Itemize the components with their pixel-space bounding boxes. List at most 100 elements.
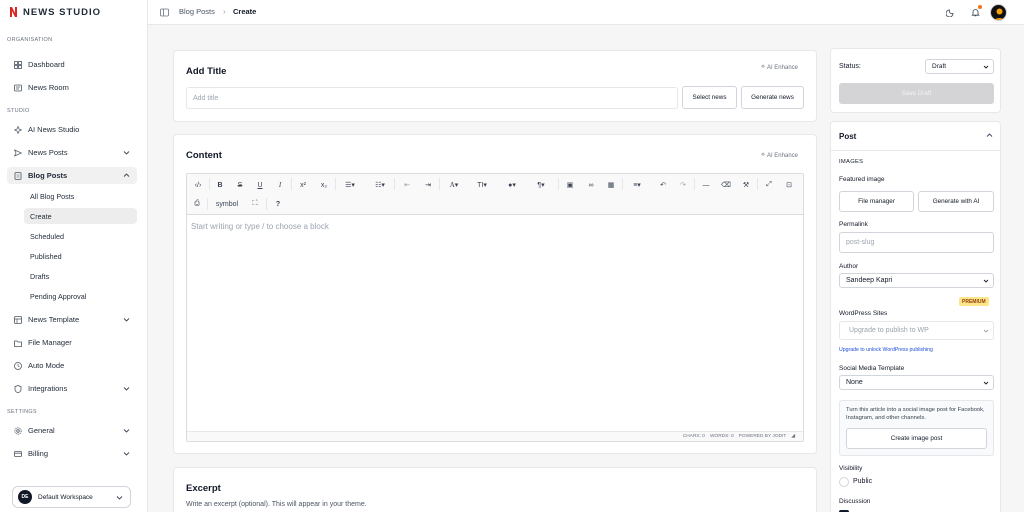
topbar: Blog Posts › Create <box>148 0 1024 25</box>
moon-icon[interactable] <box>944 6 956 18</box>
status-panel: Status: Draft Save Draft <box>830 48 1001 113</box>
toolbar-separator <box>209 178 210 190</box>
resize-handle-icon[interactable]: ◢ <box>791 434 795 439</box>
word-count: WORDS: 0 <box>709 434 734 439</box>
permalink-input[interactable]: post-slug <box>839 232 994 253</box>
bell-icon[interactable] <box>969 5 982 18</box>
image-icon[interactable]: ▣ <box>564 179 576 191</box>
select-news-button[interactable]: Select news <box>682 86 737 109</box>
paragraph-icon[interactable]: ¶▾ <box>532 179 550 191</box>
sidebar-item-billing[interactable]: Billing <box>7 445 137 462</box>
sidebar-item-label: News Template <box>28 315 80 324</box>
chevron-down-icon[interactable] <box>122 449 131 458</box>
strikethrough-icon[interactable]: S <box>234 179 246 191</box>
brand-name: NEWS STUDIO <box>23 6 102 18</box>
source-code-icon[interactable]: ‹/› <box>191 179 205 191</box>
subscript-icon[interactable]: x₂ <box>318 179 330 191</box>
sparkle-icon: ⟡ <box>761 152 765 158</box>
workspace-switcher[interactable]: DE Default Workspace <box>12 486 131 508</box>
sidebar-subitem-create[interactable]: Create <box>24 208 137 224</box>
discussion-label: Discussion <box>839 498 871 505</box>
ai-enhance-content-button[interactable]: ⟡ AI Enhance <box>761 152 798 159</box>
fullsize-icon[interactable]: ⤢ <box>763 179 775 191</box>
eraser-icon[interactable]: ⌫ <box>720 179 732 191</box>
title-input[interactable]: Add title <box>186 87 678 109</box>
italic-icon[interactable]: I <box>274 179 286 191</box>
generate-with-ai-button[interactable]: Generate with AI <box>918 191 994 212</box>
sidebar-subitem-pending-approval[interactable]: Pending Approval <box>24 288 137 304</box>
sidebar-toggle-icon[interactable] <box>160 8 169 17</box>
user-avatar[interactable] <box>990 4 1007 21</box>
chevron-down-icon[interactable] <box>122 148 131 157</box>
underline-icon[interactable]: U <box>254 179 266 191</box>
status-select[interactable]: Draft <box>925 59 994 74</box>
fullscreen-icon[interactable]: ⛶ <box>249 198 261 210</box>
brand[interactable]: NEWS STUDIO <box>9 6 101 18</box>
help-button[interactable]: ? <box>272 198 284 210</box>
section-label-settings: SETTINGS <box>7 409 37 415</box>
breadcrumb-blog-posts[interactable]: Blog Posts <box>179 7 215 16</box>
wordpress-sites-label: WordPress Sites <box>839 310 888 317</box>
copy-format-icon[interactable]: ⚒ <box>740 179 752 191</box>
workspace-name: Default Workspace <box>38 493 93 501</box>
sidebar-subitem-published[interactable]: Published <box>24 248 137 264</box>
link-icon[interactable]: ∞ <box>585 179 597 191</box>
sidebar-subitem-scheduled[interactable]: Scheduled <box>24 228 137 244</box>
sidebar-item-general[interactable]: General <box>7 422 137 439</box>
bold-icon[interactable]: B <box>214 179 226 191</box>
redo-icon[interactable]: ↷ <box>677 179 689 191</box>
font-size-icon[interactable]: TI▾ <box>473 179 491 191</box>
rich-text-editor[interactable]: ‹/› B S U I x² x₂ ☰▾ ☷▾ ⇤ ⇥ A▾ TI▾ ●▾ ¶▾… <box>186 173 804 442</box>
generate-news-button[interactable]: Generate news <box>741 86 804 109</box>
content-card: Content ⟡ AI Enhance ‹/› B S U I x² x₂ ☰… <box>173 134 817 454</box>
powered-by[interactable]: POWERED BY JODIT <box>739 434 787 439</box>
featured-image-label: Featured image <box>839 176 885 183</box>
numbered-list-icon[interactable]: ☷▾ <box>371 179 389 191</box>
chevron-down-icon[interactable] <box>122 426 131 435</box>
sidebar-item-file-manager[interactable]: File Manager <box>7 334 137 351</box>
unlock-wordpress-link[interactable]: Upgrade to unlock WordPress publishing <box>839 347 933 353</box>
chevron-down-icon[interactable] <box>122 315 131 324</box>
sidebar-item-news-posts[interactable]: News Posts <box>7 144 137 161</box>
ai-enhance-title-button[interactable]: ⟡ AI Enhance <box>761 64 798 71</box>
indent-icon[interactable]: ⇥ <box>422 179 434 191</box>
sidebar-item-ai-news-studio[interactable]: AI News Studio <box>7 121 137 138</box>
editor-statusbar: CHARS: 0 WORDS: 0 POWERED BY JODIT ◢ <box>187 431 803 441</box>
chevron-up-icon[interactable] <box>985 131 994 140</box>
toolbar-separator <box>558 178 559 190</box>
sidebar-item-news-room[interactable]: News Room <box>7 79 137 96</box>
breadcrumb-separator-icon: › <box>223 7 226 16</box>
print-icon[interactable]: ⎙ <box>191 198 203 210</box>
sidebar-item-integrations[interactable]: Integrations <box>7 380 137 397</box>
outdent-icon[interactable]: ⇤ <box>401 179 413 191</box>
editor-toolbar: ‹/› B S U I x² x₂ ☰▾ ☷▾ ⇤ ⇥ A▾ TI▾ ●▾ ¶▾… <box>187 174 803 215</box>
sidebar-item-auto-mode[interactable]: Auto Mode <box>7 357 137 374</box>
visibility-radio[interactable] <box>839 477 849 487</box>
sidebar-subitem-drafts[interactable]: Drafts <box>24 268 137 284</box>
font-family-icon[interactable]: A▾ <box>445 179 463 191</box>
select-all-icon[interactable]: ⊡ <box>783 179 795 191</box>
sidebar-item-blog-posts[interactable]: Blog Posts <box>7 167 137 184</box>
chevron-up-icon[interactable] <box>122 171 131 180</box>
social-template-select[interactable]: None <box>839 375 994 390</box>
images-label: IMAGES <box>839 159 864 165</box>
sidebar-item-news-template[interactable]: News Template <box>7 311 137 328</box>
sidebar-subitem-all-blog-posts[interactable]: All Blog Posts <box>24 188 137 204</box>
symbol-button[interactable]: symbol <box>213 198 241 210</box>
sidebar-item-label: News Room <box>28 83 69 92</box>
author-select[interactable]: Sandeep Kapri <box>839 273 994 288</box>
undo-icon[interactable]: ↶ <box>657 179 669 191</box>
text-color-icon[interactable]: ●▾ <box>503 179 521 191</box>
create-image-post-button[interactable]: Create image post <box>846 428 987 449</box>
file-manager-button[interactable]: File manager <box>839 191 914 212</box>
save-draft-button[interactable]: Save Draft <box>839 83 994 104</box>
superscript-icon[interactable]: x² <box>297 179 309 191</box>
sidebar-item-dashboard[interactable]: Dashboard <box>7 56 137 73</box>
align-icon[interactable]: ≡▾ <box>628 179 646 191</box>
permalink-label: Permalink <box>839 221 868 228</box>
wordpress-sites-select[interactable]: Upgrade to publish to WP <box>839 321 994 340</box>
chevron-down-icon[interactable] <box>122 384 131 393</box>
bulleted-list-icon[interactable]: ☰▾ <box>341 179 359 191</box>
horizontal-rule-icon[interactable]: — <box>700 179 712 191</box>
table-icon[interactable]: ▦ <box>605 179 617 191</box>
